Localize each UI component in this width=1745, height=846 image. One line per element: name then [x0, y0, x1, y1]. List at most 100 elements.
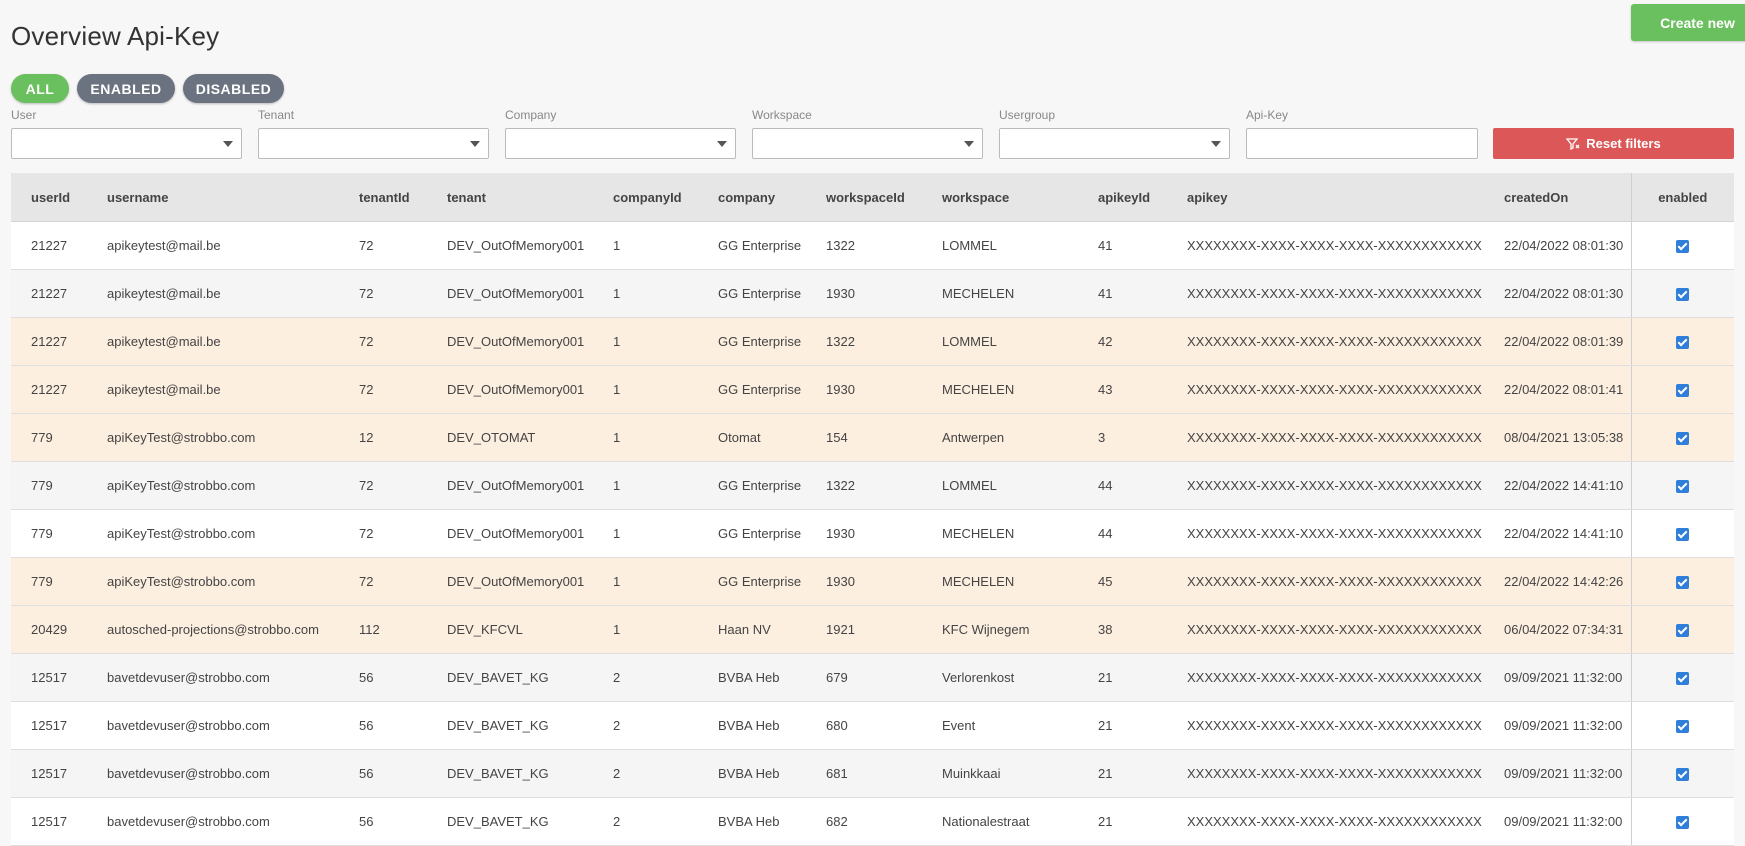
- cell-userid: 12517: [11, 797, 87, 846]
- cell-companyid: 1: [593, 461, 698, 510]
- column-header[interactable]: apikey: [1167, 173, 1484, 222]
- checkbox-checked-icon[interactable]: [1676, 384, 1690, 398]
- checkbox-checked-icon[interactable]: [1676, 720, 1690, 734]
- cell-companyid: 1: [593, 317, 698, 366]
- cell-workspaceid: 1921: [806, 605, 922, 654]
- cell-username: apiKeyTest@strobbo.com: [87, 413, 339, 462]
- company-select[interactable]: [505, 128, 736, 159]
- cell-workspace: MECHELEN: [922, 365, 1078, 414]
- filter-clear-icon: [1566, 137, 1580, 150]
- user-select[interactable]: [11, 128, 242, 159]
- cell-workspace: LOMMEL: [922, 317, 1078, 366]
- cell-userid: 779: [11, 413, 87, 462]
- column-header[interactable]: userId: [11, 173, 87, 222]
- table-row[interactable]: 12517 bavetdevuser@strobbo.com 56 DEV_BAVET…: [11, 701, 1734, 750]
- cell-userid: 12517: [11, 701, 87, 750]
- cell-username: apiKeyTest@strobbo.com: [87, 557, 339, 606]
- table-row[interactable]: 21227 apikeytest@mail.be 72 DEV_OutOfMemory…: [11, 365, 1734, 414]
- cell-apikey: XXXXXXXX-XXXX-XXXX-XXXX-XXXXXXXXXXXX: [1167, 413, 1484, 462]
- reset-filters-label: Reset filters: [1586, 136, 1661, 151]
- column-header[interactable]: tenant: [427, 173, 593, 222]
- cell-workspace: Verlorenkost: [922, 653, 1078, 702]
- chevron-down-icon: [223, 141, 233, 147]
- reset-filters-button[interactable]: Reset filters: [1493, 128, 1734, 159]
- filter-all-button[interactable]: ALL: [11, 74, 69, 103]
- cell-companyid: 1: [593, 557, 698, 606]
- table-row[interactable]: 20429 autosched-projections@strobbo.com 11…: [11, 605, 1734, 654]
- column-header[interactable]: tenantId: [339, 173, 427, 222]
- cell-apikey: XXXXXXXX-XXXX-XXXX-XXXX-XXXXXXXXXXXX: [1167, 749, 1484, 798]
- table-row[interactable]: 21227 apikeytest@mail.be 72 DEV_OutOfMemory…: [11, 317, 1734, 366]
- cell-apikey: XXXXXXXX-XXXX-XXXX-XXXX-XXXXXXXXXXXX: [1167, 701, 1484, 750]
- cell-apikeyid: 42: [1078, 317, 1167, 366]
- cell-workspaceid: 1322: [806, 317, 922, 366]
- checkbox-checked-icon[interactable]: [1676, 624, 1690, 638]
- cell-workspace: Nationalestraat: [922, 797, 1078, 846]
- usergroup-filter-label: Usergroup: [999, 108, 1056, 122]
- cell-username: bavetdevuser@strobbo.com: [87, 653, 339, 702]
- column-header[interactable]: company: [698, 173, 806, 222]
- cell-workspaceid: 1930: [806, 365, 922, 414]
- table-row[interactable]: 779 apiKeyTest@strobbo.com 72 DEV_OutOfMemo…: [11, 557, 1734, 606]
- cell-tenantid: 72: [339, 557, 427, 606]
- table-row[interactable]: 12517 bavetdevuser@strobbo.com 56 DEV_BAVET…: [11, 797, 1734, 846]
- cell-tenant: DEV_OutOfMemory001: [427, 557, 593, 606]
- cell-enabled: [1630, 749, 1734, 798]
- cell-tenantid: 72: [339, 365, 427, 414]
- cell-company: GG Enterprise: [698, 557, 806, 606]
- checkbox-checked-icon[interactable]: [1676, 288, 1690, 302]
- column-header[interactable]: enabled: [1630, 173, 1734, 222]
- table-row[interactable]: 21227 apikeytest@mail.be 72 DEV_OutOfMemory…: [11, 221, 1734, 270]
- table-row[interactable]: 21227 apikeytest@mail.be 72 DEV_OutOfMemory…: [11, 269, 1734, 318]
- column-header[interactable]: apikeyId: [1078, 173, 1167, 222]
- checkbox-checked-icon[interactable]: [1676, 576, 1690, 590]
- cell-userid: 21227: [11, 221, 87, 270]
- checkbox-checked-icon[interactable]: [1676, 336, 1690, 350]
- table-row[interactable]: 779 apiKeyTest@strobbo.com 12 DEV_OTOMAT 1 Ot…: [11, 413, 1734, 462]
- checkbox-checked-icon[interactable]: [1676, 432, 1690, 446]
- table-row[interactable]: 12517 bavetdevuser@strobbo.com 56 DEV_BAVET…: [11, 653, 1734, 702]
- cell-workspace: LOMMEL: [922, 221, 1078, 270]
- cell-tenant: DEV_OutOfMemory001: [427, 365, 593, 414]
- cell-apikey: XXXXXXXX-XXXX-XXXX-XXXX-XXXXXXXXXXXX: [1167, 461, 1484, 510]
- column-header[interactable]: companyId: [593, 173, 698, 222]
- cell-company: BVBA Heb: [698, 797, 806, 846]
- cell-apikeyid: 44: [1078, 461, 1167, 510]
- chevron-down-icon: [717, 141, 727, 147]
- cell-enabled: [1630, 413, 1734, 462]
- cell-createdon: 22/04/2022 08:01:39: [1484, 317, 1631, 366]
- cell-createdon: 22/04/2022 14:41:10: [1484, 461, 1631, 510]
- filter-enabled-button[interactable]: ENABLED: [77, 74, 175, 103]
- checkbox-checked-icon[interactable]: [1676, 528, 1690, 542]
- chevron-down-icon: [1211, 141, 1221, 147]
- create-new-button[interactable]: Create new: [1631, 4, 1745, 41]
- cell-username: apikeytest@mail.be: [87, 365, 339, 414]
- column-header[interactable]: workspace: [922, 173, 1078, 222]
- cell-createdon: 09/09/2021 11:32:00: [1484, 749, 1631, 798]
- table-row[interactable]: 779 apiKeyTest@strobbo.com 72 DEV_OutOfMemo…: [11, 509, 1734, 558]
- workspace-select[interactable]: [752, 128, 983, 159]
- cell-workspace: KFC Wijnegem: [922, 605, 1078, 654]
- cell-tenant: DEV_OutOfMemory001: [427, 509, 593, 558]
- column-header[interactable]: username: [87, 173, 339, 222]
- table-row[interactable]: 12517 bavetdevuser@strobbo.com 56 DEV_BAVET…: [11, 749, 1734, 798]
- table-row[interactable]: 779 apiKeyTest@strobbo.com 72 DEV_OutOfMemo…: [11, 461, 1734, 510]
- usergroup-select[interactable]: [999, 128, 1230, 159]
- cell-apikeyid: 41: [1078, 269, 1167, 318]
- cell-apikey: XXXXXXXX-XXXX-XXXX-XXXX-XXXXXXXXXXXX: [1167, 317, 1484, 366]
- apikey-input[interactable]: [1246, 128, 1478, 159]
- cell-apikey: XXXXXXXX-XXXX-XXXX-XXXX-XXXXXXXXXXXX: [1167, 557, 1484, 606]
- checkbox-checked-icon[interactable]: [1676, 240, 1690, 254]
- checkbox-checked-icon[interactable]: [1676, 768, 1690, 782]
- checkbox-checked-icon[interactable]: [1676, 480, 1690, 494]
- cell-username: apikeytest@mail.be: [87, 269, 339, 318]
- page-title: Overview Api-Key: [11, 21, 220, 52]
- column-header[interactable]: workspaceId: [806, 173, 922, 222]
- tenant-select[interactable]: [258, 128, 489, 159]
- column-header[interactable]: createdOn: [1484, 173, 1631, 222]
- cell-username: bavetdevuser@strobbo.com: [87, 797, 339, 846]
- cell-apikeyid: 21: [1078, 749, 1167, 798]
- checkbox-checked-icon[interactable]: [1676, 672, 1690, 686]
- checkbox-checked-icon[interactable]: [1676, 816, 1690, 830]
- filter-disabled-button[interactable]: DISABLED: [183, 74, 284, 103]
